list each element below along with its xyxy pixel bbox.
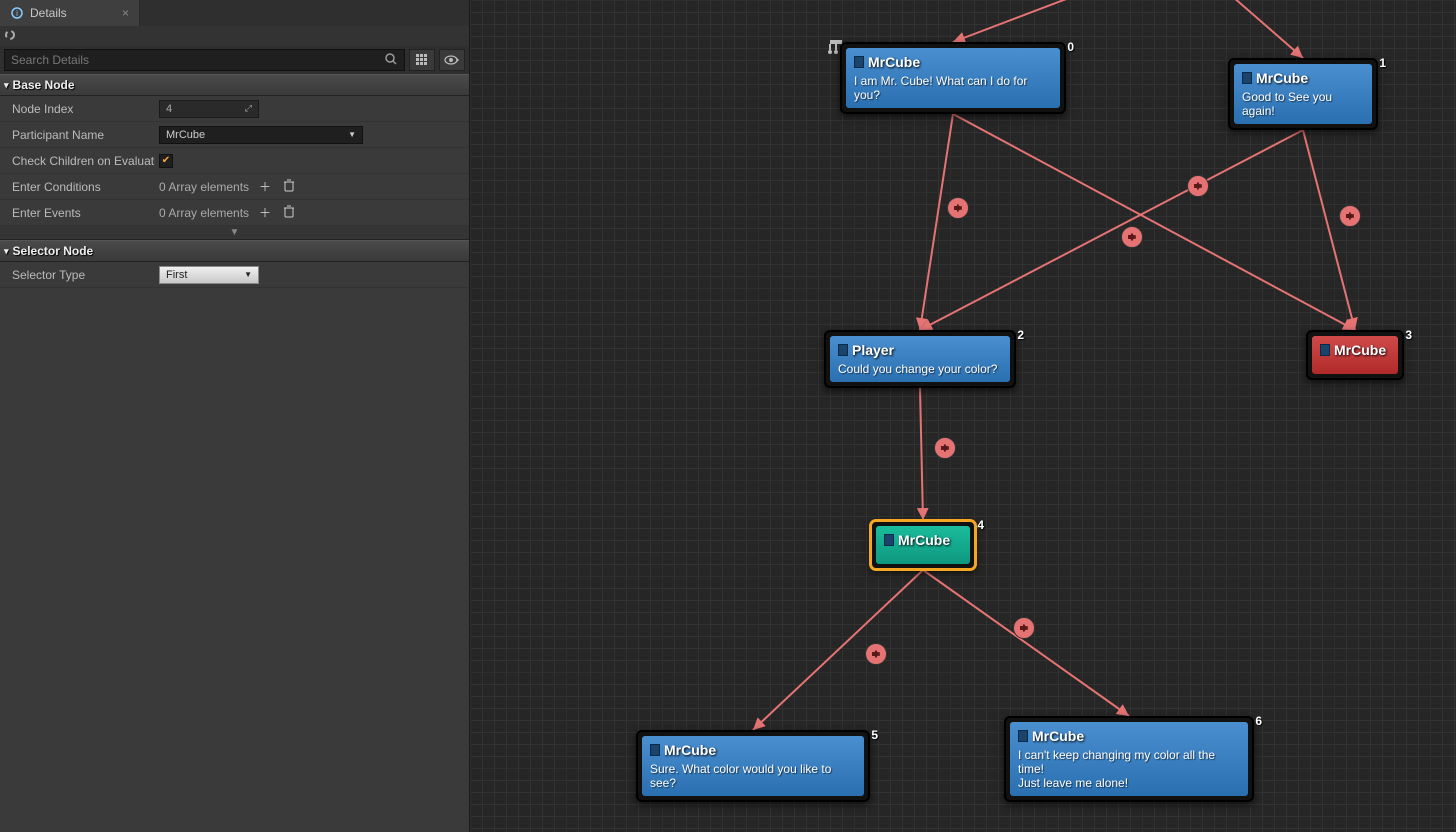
graph-node-1[interactable]: MrCubeGood to See you again!1 <box>1228 58 1378 130</box>
node-index-label: 4 <box>977 518 984 532</box>
node-index-label: 1 <box>1379 56 1386 70</box>
row-node-index: Node Index 4 ⤢ <box>0 96 469 122</box>
node-text: I am Mr. Cube! What can I do for you? <box>854 74 1052 102</box>
search-box[interactable] <box>4 49 405 71</box>
chevron-down-icon: ▼ <box>348 130 356 139</box>
edge-condition-icon[interactable] <box>1121 226 1143 248</box>
add-icon[interactable]: ＋ <box>257 204 273 221</box>
svg-text:i: i <box>16 9 18 18</box>
row-check-children: Check Children on Evaluation ✔ <box>0 148 469 174</box>
trash-icon[interactable] <box>281 179 297 195</box>
graph-node-3[interactable]: MrCube3 <box>1306 330 1404 380</box>
node-title: MrCube <box>650 742 856 758</box>
node-text: Could you change your color? <box>838 362 1002 376</box>
selector-type-dropdown[interactable]: First ▼ <box>159 266 259 284</box>
edge-condition-icon[interactable] <box>1187 175 1209 197</box>
section-base-node[interactable]: ▾ Base Node <box>0 74 469 96</box>
visibility-button[interactable] <box>439 49 465 71</box>
document-icon <box>884 534 894 546</box>
expand-advanced[interactable]: ▼ <box>0 226 469 240</box>
node-title: MrCube <box>1242 70 1364 86</box>
node-index-label: 6 <box>1255 714 1262 728</box>
document-icon <box>838 344 848 356</box>
row-selector-type: Selector Type First ▼ <box>0 262 469 288</box>
collapse-icon: ▾ <box>4 80 9 91</box>
collapse-icon: ▾ <box>4 246 9 257</box>
details-icon: i <box>10 6 24 20</box>
details-panel: i Details × ▾ Base Node Node Index <box>0 0 470 832</box>
node-text: Good to See you again! <box>1242 90 1364 118</box>
expand-icon: ⤢ <box>245 103 252 114</box>
node-text: I can't keep changing my color all the t… <box>1018 748 1240 790</box>
node-index-label: 5 <box>871 728 878 742</box>
node-title: MrCube <box>854 54 1052 70</box>
participant-dropdown[interactable]: MrCube ▼ <box>159 126 363 144</box>
close-icon[interactable]: × <box>122 6 129 20</box>
row-participant: Participant Name MrCube ▼ <box>0 122 469 148</box>
section-selector-node[interactable]: ▾ Selector Node <box>0 240 469 262</box>
graph-node-2[interactable]: PlayerCould you change your color?2 <box>824 330 1016 388</box>
search-input[interactable] <box>11 53 384 67</box>
node-title: MrCube <box>1320 342 1390 358</box>
graph-node-5[interactable]: MrCube Sure. What color would you like to… <box>636 730 870 802</box>
node-index-label: 0 <box>1067 40 1074 54</box>
loading-row <box>0 26 469 46</box>
chevron-down-icon: ▼ <box>244 270 252 279</box>
node-index-label: 2 <box>1017 328 1024 342</box>
tab-title: Details <box>30 6 67 20</box>
graph-node-4[interactable]: MrCube4 <box>870 520 976 570</box>
row-enter-events: Enter Events 0 Array elements ＋ <box>0 200 469 226</box>
check-children-checkbox[interactable]: ✔ <box>159 154 173 168</box>
tab-details[interactable]: i Details × <box>0 0 140 26</box>
add-icon[interactable]: ＋ <box>257 178 273 195</box>
document-icon <box>650 744 660 756</box>
edge-condition-icon[interactable] <box>947 197 969 219</box>
document-icon <box>1242 72 1252 84</box>
graph-node-0[interactable]: MrCube I am Mr. Cube! What can I do for y… <box>840 42 1066 114</box>
graph-canvas[interactable]: MrCube I am Mr. Cube! What can I do for y… <box>470 0 1456 832</box>
document-icon <box>854 56 864 68</box>
edge-condition-icon[interactable] <box>865 643 887 665</box>
row-enter-conditions: Enter Conditions 0 Array elements ＋ <box>0 174 469 200</box>
node-index-field[interactable]: 4 ⤢ <box>159 100 259 118</box>
node-title: MrCube <box>1018 728 1240 744</box>
graph-node-6[interactable]: MrCube I can't keep changing my color all… <box>1004 716 1254 802</box>
edge-condition-icon[interactable] <box>1339 205 1361 227</box>
node-index-label: 3 <box>1405 328 1412 342</box>
trash-icon[interactable] <box>281 205 297 221</box>
matrix-view-button[interactable] <box>409 49 435 71</box>
node-text: Sure. What color would you like to see? <box>650 762 856 790</box>
node-title: Player <box>838 342 1002 358</box>
node-title: MrCube <box>884 532 962 548</box>
spinner-icon <box>4 29 16 44</box>
document-icon <box>1018 730 1028 742</box>
tab-bar: i Details × <box>0 0 469 26</box>
search-icon <box>384 52 398 69</box>
document-icon <box>1320 344 1330 356</box>
search-row <box>0 46 469 74</box>
edge-condition-icon[interactable] <box>1013 617 1035 639</box>
edge-condition-icon[interactable] <box>934 437 956 459</box>
